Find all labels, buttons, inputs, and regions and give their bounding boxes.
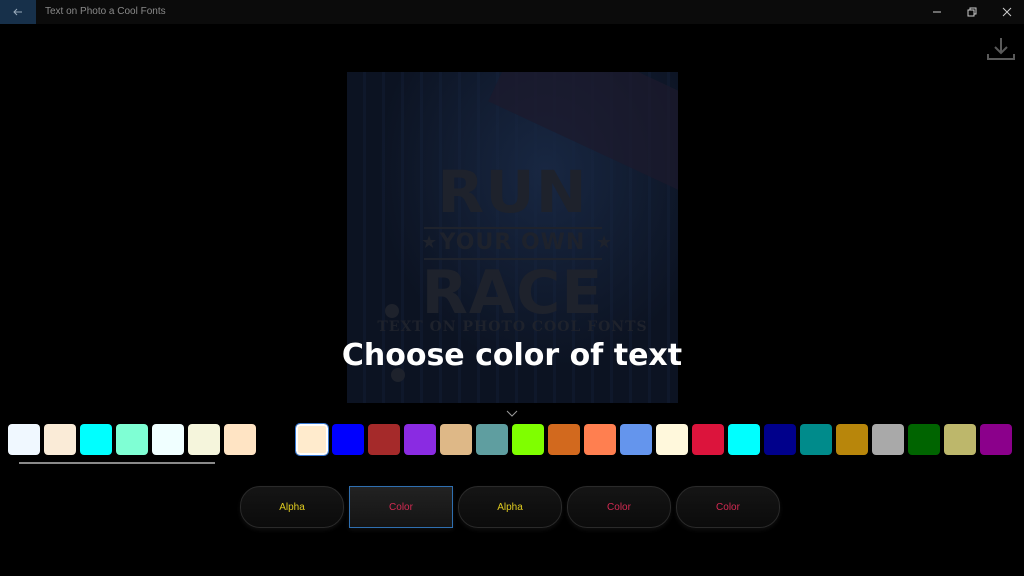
minimize-button[interactable] (920, 0, 954, 24)
color-swatch[interactable] (224, 424, 256, 455)
restore-icon (967, 7, 977, 17)
chevron-down-icon[interactable] (506, 410, 518, 418)
title-bar: Text on Photo a Cool Fonts (0, 0, 1024, 24)
color-option-button[interactable]: Color (676, 486, 780, 528)
color-swatch[interactable] (944, 424, 976, 455)
ghost-text-race: RACE (421, 258, 604, 328)
back-button[interactable] (0, 0, 36, 24)
color-swatch[interactable] (152, 424, 184, 455)
color-swatch[interactable] (620, 424, 652, 455)
alpha-option-button[interactable]: Alpha (240, 486, 344, 528)
handle-dot[interactable] (385, 304, 399, 318)
arrow-left-icon (13, 8, 22, 16)
download-icon[interactable] (986, 36, 1016, 62)
color-swatch[interactable] (512, 424, 544, 455)
color-swatch[interactable] (656, 424, 688, 455)
color-swatch[interactable] (692, 424, 724, 455)
color-swatch[interactable] (404, 424, 436, 455)
ghost-divider (424, 227, 602, 229)
color-swatch[interactable] (8, 424, 40, 455)
color-swatch[interactable] (476, 424, 508, 455)
close-icon (1002, 7, 1012, 17)
color-option-button[interactable]: Color (349, 486, 453, 528)
color-swatch[interactable] (332, 424, 364, 455)
color-swatch[interactable] (764, 424, 796, 455)
instruction-text: Choose color of text (341, 338, 683, 373)
ghost-text-your-own: YOUR OWN (439, 230, 586, 255)
alpha-option-button[interactable]: Alpha (458, 486, 562, 528)
close-button[interactable] (990, 0, 1024, 24)
color-swatch[interactable] (728, 424, 760, 455)
color-option-button[interactable]: Color (567, 486, 671, 528)
color-swatch[interactable] (548, 424, 580, 455)
color-swatch[interactable] (980, 424, 1012, 455)
ghost-text-subtitle: TEXT ON PHOTO COOL FONTS (377, 319, 648, 335)
color-swatch[interactable] (80, 424, 112, 455)
color-swatch[interactable] (440, 424, 472, 455)
restore-button[interactable] (955, 0, 989, 24)
color-swatch[interactable] (872, 424, 904, 455)
color-swatch[interactable] (800, 424, 832, 455)
minimize-icon (933, 11, 941, 13)
color-swatch[interactable] (44, 424, 76, 455)
star-icon: ★ (596, 232, 613, 252)
color-swatch[interactable] (188, 424, 220, 455)
app-title: Text on Photo a Cool Fonts (45, 6, 166, 17)
ghost-text-run: RUN (437, 158, 588, 226)
color-swatch[interactable] (908, 424, 940, 455)
color-swatch[interactable] (836, 424, 868, 455)
color-swatch[interactable] (295, 423, 329, 456)
palette-scrollbar[interactable] (19, 462, 215, 464)
color-swatch[interactable] (116, 424, 148, 455)
color-swatch[interactable] (368, 424, 400, 455)
color-swatch[interactable] (584, 424, 616, 455)
